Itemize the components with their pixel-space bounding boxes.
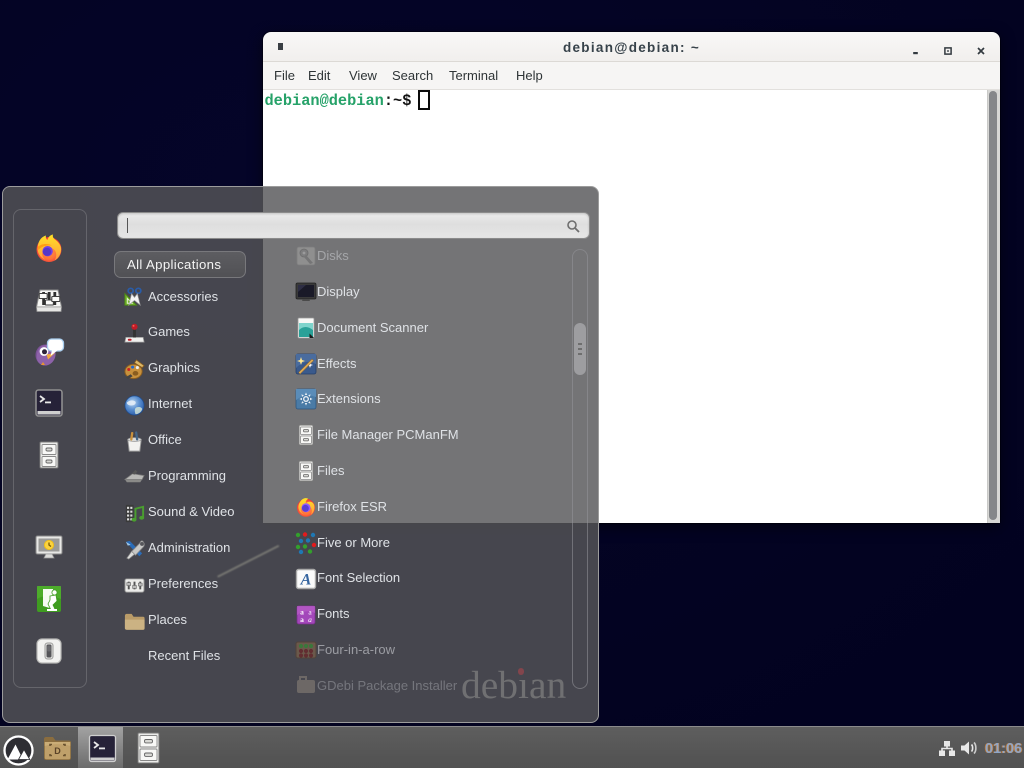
svg-text:D: D [54,746,61,756]
svg-text:a: a [300,615,304,624]
svg-text:a: a [308,615,312,624]
svg-text:A: A [300,572,312,589]
